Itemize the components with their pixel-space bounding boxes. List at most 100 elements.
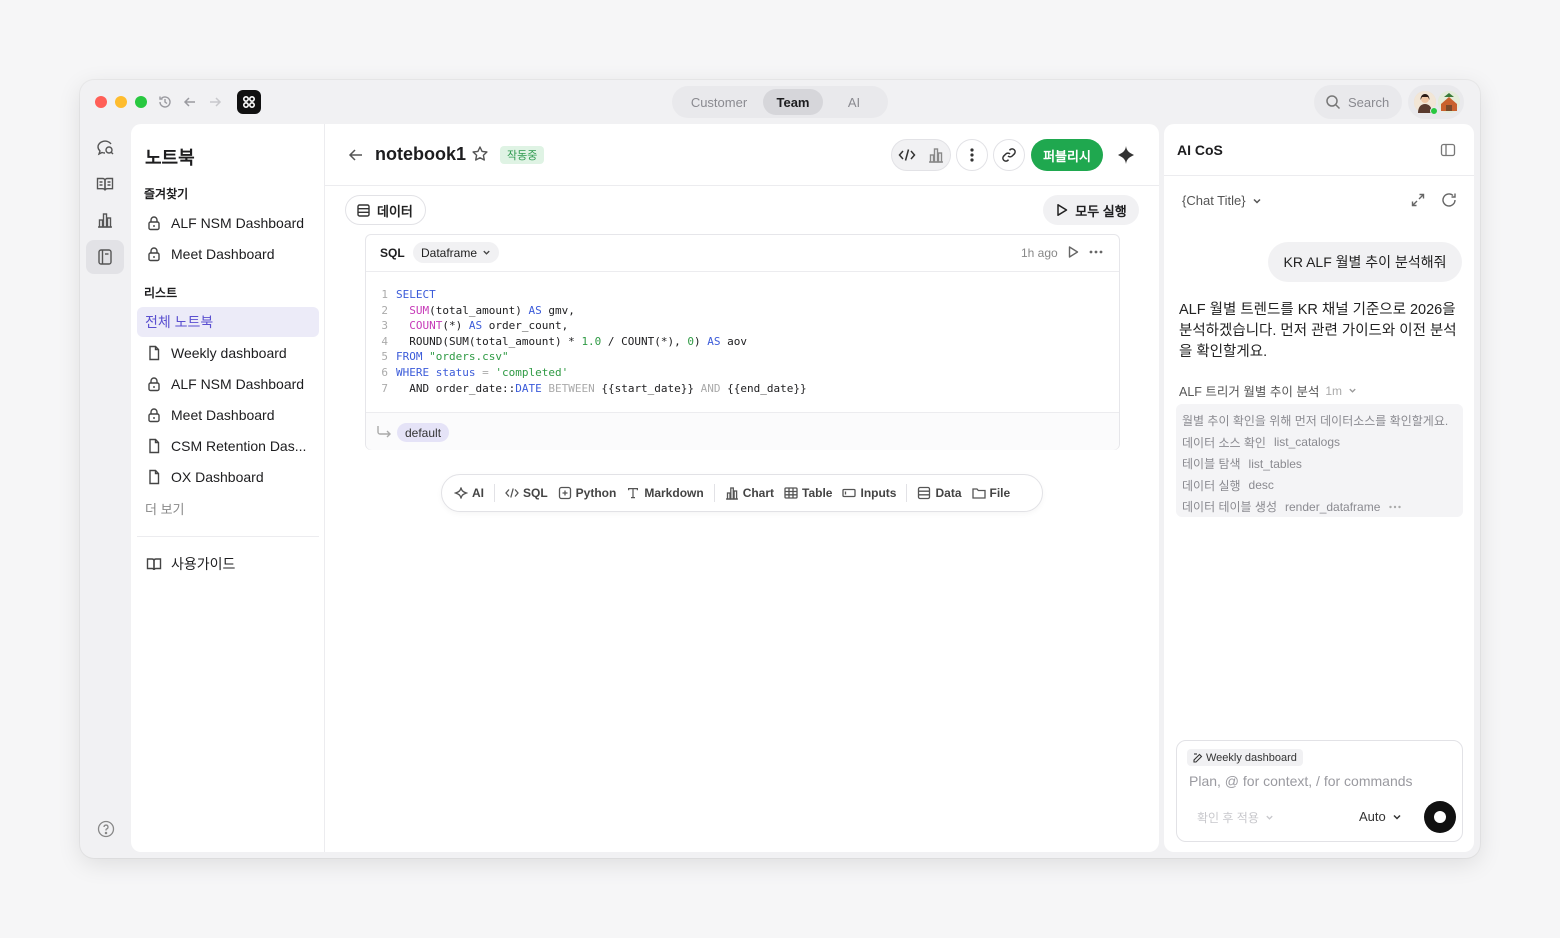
run-all-button[interactable]: 모두 실행 [1043,195,1139,225]
app-logo-icon[interactable] [237,90,261,114]
trace-step: 데이터 소스 확인 list_catalogs [1182,432,1457,454]
avatar-group[interactable] [1408,85,1464,119]
favorite-item-meet[interactable]: Meet Dashboard [137,239,319,269]
list-item-weekly[interactable]: Weekly dashboard [137,338,319,368]
chat-input[interactable]: Plan, @ for context, / for commands [1189,773,1413,789]
tab-customer[interactable]: Customer [675,89,763,115]
expand-icon[interactable] [1410,192,1426,208]
search-button[interactable]: Search [1314,85,1402,119]
user-guide-link[interactable]: 사용가이드 [137,549,319,579]
output-variable-chip[interactable]: default [397,423,450,442]
input-box-icon [842,488,857,498]
output-format-select[interactable]: Dataframe [413,242,500,263]
list-item-ox[interactable]: OX Dashboard [137,462,319,492]
ai-panel-header: AI CoS [1164,124,1474,176]
edit-icon [1193,752,1203,763]
sidebar: 노트북 즐겨찾기 ALF NSM Dashboard Meet Dashboar… [131,124,325,852]
apply-mode-select[interactable]: 확인 후 적용 [1197,809,1274,826]
zoom-window-button[interactable] [135,96,147,108]
book-icon[interactable] [86,167,124,201]
notebook-title[interactable]: notebook1 [375,144,466,165]
view-toggle[interactable] [891,139,951,171]
favorite-item-label: Meet Dashboard [171,246,275,262]
add-file-cell-button[interactable]: File [971,486,1010,500]
minimize-window-button[interactable] [115,96,127,108]
context-chip[interactable]: Weekly dashboard [1187,749,1303,766]
add-table-label: Table [802,486,833,500]
chat-title-text: {Chat Title} [1182,193,1246,208]
chevron-down-icon [1253,198,1261,204]
code-line: ROUND(SUM(total_amount) * 1.0 / COUNT(*)… [396,334,748,348]
user-guide-label: 사용가이드 [171,556,236,572]
code-view-icon[interactable] [898,147,916,163]
cell-output-footer: default [366,412,1119,450]
cell-header: SQL Dataframe 1h ago [366,235,1119,272]
code-icon [505,488,519,498]
add-sql-label: SQL [523,486,548,500]
list-item-csm-retention[interactable]: CSM Retention Das... [137,431,319,461]
chat-search-icon[interactable] [86,130,124,164]
sql-cell[interactable]: SQL Dataframe 1h ago 1 SELECT 2 SUM(total… [365,234,1120,450]
close-window-button[interactable] [95,96,107,108]
help-icon[interactable] [97,820,115,838]
trace-step-tool: list_catalogs [1273,435,1340,450]
list-item-alf-nsm[interactable]: ALF NSM Dashboard [137,369,319,399]
favorites-section-label: 즐겨찾기 [144,187,189,201]
chart-icon[interactable] [86,203,124,237]
sparkle-icon[interactable] [1115,144,1137,166]
stop-generation-button[interactable] [1424,801,1456,833]
chat-title-dropdown[interactable]: {Chat Title} [1182,193,1262,208]
code-line: SUM(total_amount) AS gmv, [409,303,575,317]
add-table-cell-button[interactable]: Table [784,486,832,500]
trace-intro: 월별 추이 확인을 위해 먼저 데이터소스를 확인할게요. [1182,410,1457,432]
trace-step-tool: render_dataframe [1285,499,1381,514]
add-chart-cell-button[interactable]: Chart [725,486,774,500]
back-arrow-icon[interactable] [181,93,199,111]
agent-trace-toggle[interactable]: ALF 트리거 월별 추이 분석 1m [1179,381,1357,400]
tab-team[interactable]: Team [763,89,823,115]
code-line: WHERE status = 'completed' [396,365,569,379]
sidebar-toggle-icon[interactable] [1440,142,1456,158]
cell-run-time: 1h ago [1021,246,1058,260]
notebook-icon[interactable] [86,240,124,274]
avatar[interactable] [1438,91,1460,113]
publish-button[interactable]: 퍼블리시 [1031,139,1103,171]
add-ai-label: AI [472,486,484,500]
new-chat-icon[interactable] [1440,191,1458,209]
model-select[interactable]: Auto [1359,809,1402,824]
cell-language: SQL [380,246,405,260]
share-link-button[interactable] [993,139,1025,171]
add-sql-cell-button[interactable]: SQL [505,486,548,500]
line-number: 3 [381,319,388,333]
add-inputs-cell-button[interactable]: Inputs [842,486,896,500]
star-icon[interactable] [471,145,489,163]
history-icon[interactable] [156,93,174,111]
play-icon [1057,204,1068,216]
line-number: 4 [381,334,388,348]
line-number: 7 [381,381,388,395]
back-arrow-icon[interactable] [347,146,365,164]
sql-code-editor[interactable]: 1 SELECT 2 SUM(total_amount) AS gmv, 3 CO… [366,287,1119,396]
search-icon [1326,95,1341,110]
list-item-meet[interactable]: Meet Dashboard [137,400,319,430]
data-sources-button[interactable]: 데이터 [345,195,426,225]
workspace-switcher: Customer Team AI [672,86,888,118]
add-python-cell-button[interactable]: Python [558,486,616,500]
forward-arrow-icon[interactable] [206,93,224,111]
run-cell-icon[interactable] [1066,245,1080,259]
trace-step-label: 데이터 소스 확인 [1182,435,1266,450]
add-data-cell-button[interactable]: Data [917,486,962,500]
more-options-button[interactable] [956,139,988,171]
trace-step: 테이블 탐색 list_tables [1182,453,1457,475]
list-item-all-notebooks[interactable]: 전체 노트북 [137,307,319,337]
chart-view-icon[interactable] [927,146,945,164]
show-more-link[interactable]: 더 보기 [145,499,185,518]
toolbar-divider [494,484,495,502]
add-markdown-cell-button[interactable]: Markdown [626,486,704,500]
trace-step: 데이터 테이블 생성 render_dataframe [1182,496,1457,518]
more-horizontal-icon[interactable] [1088,245,1104,259]
add-ai-cell-button[interactable]: AI [454,486,484,500]
tab-ai[interactable]: AI [823,89,885,115]
favorite-item-alf-nsm[interactable]: ALF NSM Dashboard [137,208,319,238]
sparkle-outline-icon [454,487,468,499]
